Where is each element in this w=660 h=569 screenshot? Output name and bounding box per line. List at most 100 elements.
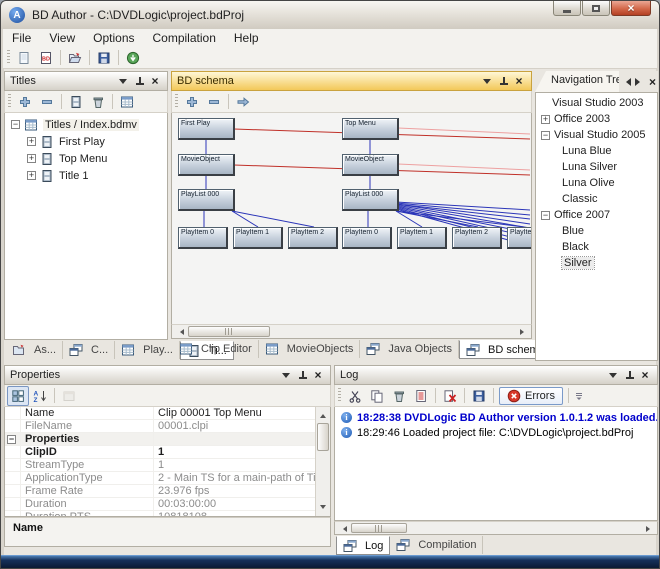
save-log-button[interactable] <box>468 386 490 406</box>
nav-tree-item[interactable]: Luna Blue <box>536 143 657 159</box>
scroll-left-arrow[interactable] <box>336 523 350 534</box>
scroll-right-arrow[interactable] <box>642 523 656 534</box>
scroll-down-arrow[interactable] <box>317 502 329 515</box>
tree-item[interactable]: + Top Menu <box>5 150 167 167</box>
properties-header[interactable]: Properties × <box>4 365 331 385</box>
schema-close-button[interactable]: × <box>512 74 526 88</box>
schema-node-playitem-2[interactable]: PlayItem 2 <box>452 227 502 249</box>
schema-node-playitem-1[interactable]: PlayItem 1 <box>233 227 283 249</box>
schema-remove-button[interactable] <box>203 92 225 112</box>
new-document-button[interactable] <box>13 48 35 68</box>
log-tab-log[interactable]: Log <box>336 536 391 555</box>
titles-menu-button[interactable] <box>116 74 130 88</box>
properties-menu-button[interactable] <box>279 368 293 382</box>
property-row[interactable]: Duration 00:03:00:00 <box>5 498 315 511</box>
log-menu-button[interactable] <box>606 368 620 382</box>
nav-tree-item[interactable]: Blue <box>536 223 657 239</box>
nav-tree-item[interactable]: Luna Silver <box>536 159 657 175</box>
clip-button[interactable] <box>65 92 87 112</box>
nav-tree-item[interactable]: − Visual Studio 2005 <box>536 127 657 143</box>
tree-expander[interactable]: − <box>11 120 20 129</box>
toolbar-grip[interactable] <box>338 388 341 403</box>
schema-node-playitem-0[interactable]: PlayItem 0 <box>342 227 392 249</box>
tree-expander[interactable]: − <box>541 130 550 140</box>
nav-scroll-right-button[interactable] <box>634 75 645 89</box>
property-row[interactable]: Duration PTS 10818108 <box>5 511 315 516</box>
menu-options[interactable]: Options <box>84 30 143 46</box>
nav-close-button[interactable]: × <box>647 75 658 89</box>
editor-tab-java-objects[interactable]: Java Objects <box>360 340 459 358</box>
minimize-button[interactable] <box>553 1 581 16</box>
log-entry[interactable]: i 18:29:46 Loaded project file: C:\DVDLog… <box>335 425 657 440</box>
tree-expander[interactable]: + <box>27 137 36 146</box>
categorized-view-button[interactable] <box>7 385 29 406</box>
property-row[interactable]: Name Clip 00001 Top Menu <box>5 407 315 420</box>
menu-compilation[interactable]: Compilation <box>144 30 225 46</box>
nav-tree-item[interactable]: Black <box>536 239 657 255</box>
schema-node-playitem-1[interactable]: PlayItem 1 <box>397 227 447 249</box>
left-tab-c-[interactable]: C... <box>63 341 116 359</box>
property-row[interactable]: ApplicationType 2 - Main TS for a main-pa… <box>5 472 315 485</box>
property-pages-button[interactable] <box>58 386 80 406</box>
editor-tab-clip-editor[interactable]: Clip Editor <box>173 340 259 358</box>
nav-tree-item[interactable]: Silver <box>536 255 657 271</box>
schema-pin-button[interactable] <box>496 74 510 88</box>
schema-menu-button[interactable] <box>480 74 494 88</box>
nav-tree-item[interactable]: Luna Olive <box>536 175 657 191</box>
compile-button[interactable] <box>122 48 144 68</box>
errors-toggle-button[interactable]: Errors <box>499 386 563 405</box>
property-row[interactable]: FileName 00001.clpi <box>5 420 315 433</box>
toolbar-grip[interactable] <box>7 50 10 65</box>
open-project-button[interactable] <box>64 48 86 68</box>
log-tab-compilation[interactable]: Compilation <box>390 536 484 554</box>
toolbar-grip[interactable] <box>175 94 178 109</box>
titles-table-button[interactable] <box>116 92 138 112</box>
properties-vscrollbar[interactable] <box>315 407 330 516</box>
close-button[interactable]: × <box>611 1 651 16</box>
navigation-tree-header[interactable]: Navigation Tree × <box>535 71 658 92</box>
tree-item[interactable]: + First Play <box>5 133 167 150</box>
titles-pin-button[interactable] <box>132 74 146 88</box>
scroll-thumb[interactable] <box>188 326 270 337</box>
schema-node-playitem-3[interactable]: PlayItem 3 <box>507 227 531 249</box>
log-list-button[interactable] <box>410 386 432 406</box>
property-row[interactable]: ClipID 1 <box>5 446 315 459</box>
tree-expander[interactable]: + <box>27 154 36 163</box>
copy-button[interactable] <box>366 386 388 406</box>
tree-item-root[interactable]: − Titles / Index.bdmv <box>5 116 167 133</box>
properties-pin-button[interactable] <box>295 368 309 382</box>
nav-tree-item[interactable]: Visual Studio 2003 <box>536 95 657 111</box>
scroll-right-arrow[interactable] <box>516 326 530 337</box>
log-entry[interactable]: i 18:28:38 DVDLogic BD Author version 1.0… <box>335 410 657 425</box>
schema-node-playlist-000[interactable]: PlayList 000 <box>178 189 235 211</box>
schema-node-first-play[interactable]: First Play <box>178 118 235 140</box>
remove-title-button[interactable] <box>36 92 58 112</box>
scroll-thumb[interactable] <box>351 523 407 533</box>
nav-tree-item[interactable]: − Office 2007 <box>536 207 657 223</box>
toolbar-grip[interactable] <box>8 94 11 109</box>
cut-button[interactable] <box>344 386 366 406</box>
tree-expander[interactable]: − <box>541 210 550 220</box>
tree-item[interactable]: + Title 1 <box>5 167 167 184</box>
left-tab-as-[interactable]: As... <box>6 341 64 359</box>
scroll-left-arrow[interactable] <box>173 326 187 337</box>
title-bar[interactable]: A BD Author - C:\DVDLogic\project.bdProj… <box>1 1 659 29</box>
schema-node-playitem-2[interactable]: PlayItem 2 <box>288 227 338 249</box>
maximize-button[interactable] <box>582 1 610 16</box>
property-category-row[interactable]: − Properties <box>5 433 315 446</box>
log-pin-button[interactable] <box>622 368 636 382</box>
bd-schema-header[interactable]: BD schema × <box>171 71 532 91</box>
tree-expander[interactable]: − <box>7 434 16 444</box>
nav-scroll-left-button[interactable] <box>621 75 632 89</box>
schema-diagram[interactable]: First Play Top Menu MovieObject MovieObject… <box>171 113 532 324</box>
scroll-up-arrow[interactable] <box>317 408 329 421</box>
log-hscrollbar[interactable] <box>334 521 658 535</box>
editor-tab-movieobjects[interactable]: MovieObjects <box>259 340 361 358</box>
scroll-thumb[interactable] <box>317 423 329 451</box>
schema-node-playitem-0[interactable]: PlayItem 0 <box>178 227 228 249</box>
property-row[interactable]: Frame Rate 23.976 fps <box>5 485 315 498</box>
nav-tree-item[interactable]: Classic <box>536 191 657 207</box>
add-title-button[interactable] <box>14 92 36 112</box>
alphabetical-sort-button[interactable]: AZ <box>29 386 51 406</box>
new-bd-document-button[interactable]: BD <box>35 48 57 68</box>
